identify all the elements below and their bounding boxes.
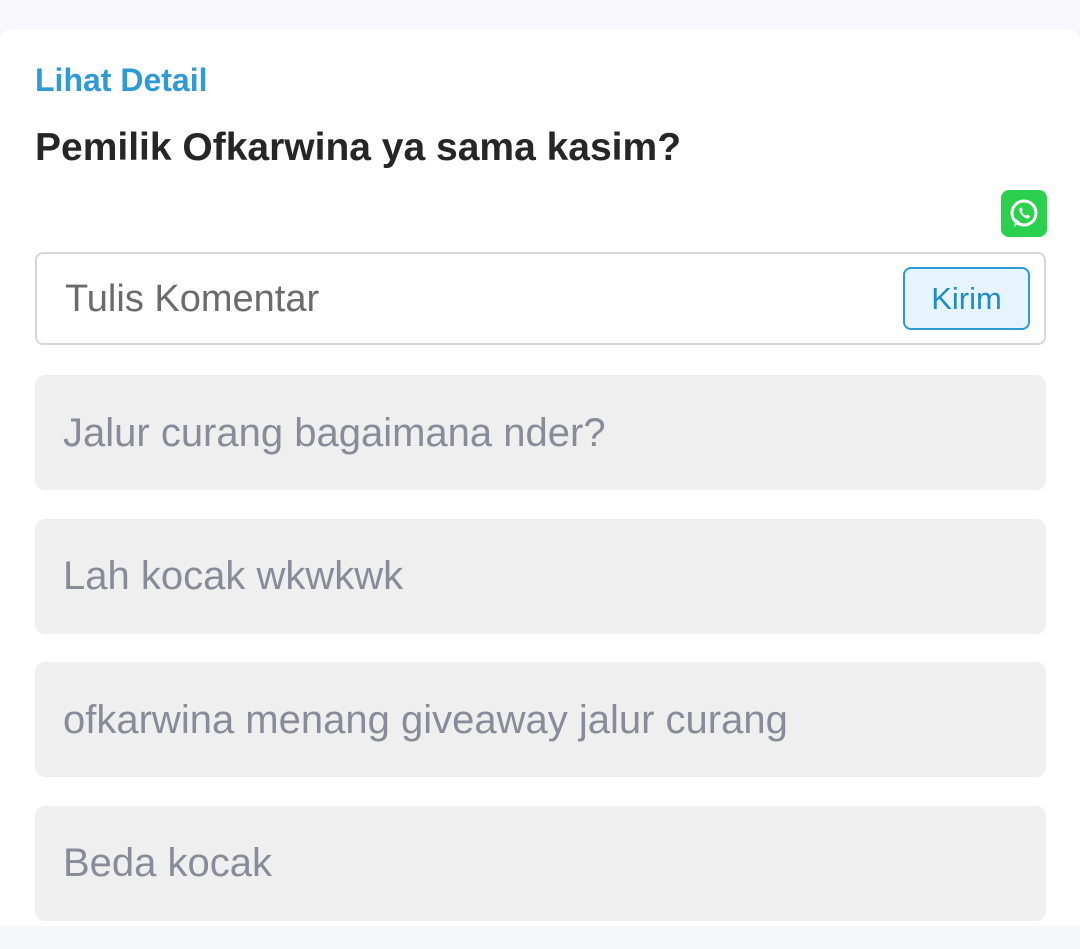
send-button[interactable]: Kirim [903,267,1030,330]
comment-item: Beda kocak [35,805,1046,921]
detail-link[interactable]: Lihat Detail [35,62,207,98]
whatsapp-icon [1010,199,1038,227]
comment-list: Jalur curang bagaimana nder? Lah kocak w… [35,375,1046,949]
comment-item: Lah kocak wkwkwk [35,518,1046,634]
comment-input[interactable] [65,272,885,326]
comment-text: Lah kocak wkwkwk [63,554,404,598]
comment-box: Kirim [35,252,1046,345]
comment-text: ofkarwina menang giveaway jalur curang [63,697,788,742]
comment-item: ofkarwina menang giveaway jalur curang [35,662,1046,777]
whatsapp-share-button[interactable] [1001,190,1047,237]
comment-item: Jalur curang bagaimana nder? [35,375,1046,490]
post-question: Pemilik Ofkarwina ya sama kasim? [35,126,682,169]
comment-text: Jalur curang bagaimana nder? [63,410,606,455]
comment-text: Beda kocak [63,841,273,885]
top-strip [0,0,1080,30]
